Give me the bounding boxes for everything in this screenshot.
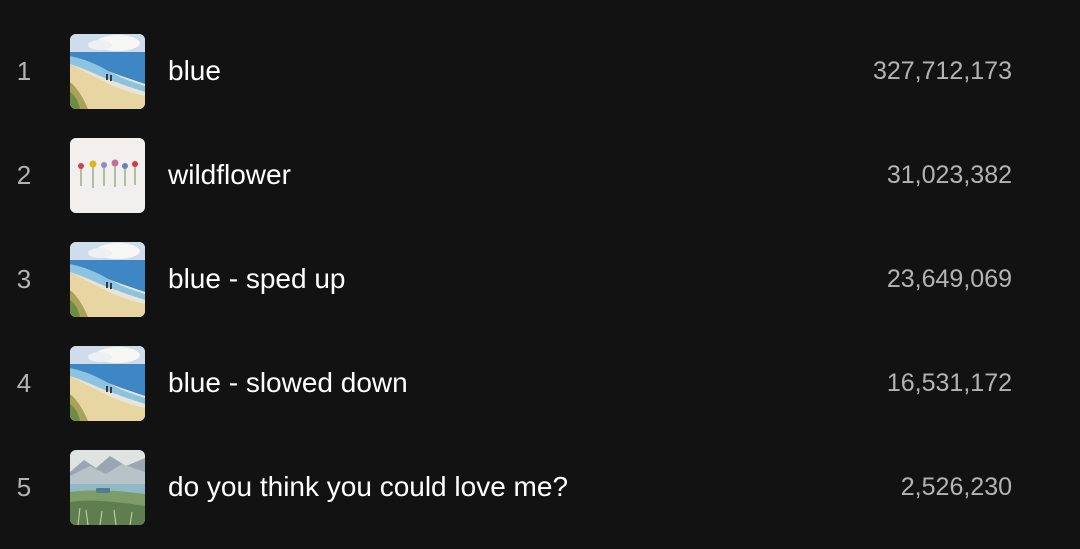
- track-row[interactable]: 5 do you think you could love me? 2,526,…: [0, 435, 1080, 539]
- track-number: 4: [16, 367, 32, 398]
- track-row[interactable]: 4 blue - slowed down 16,531,172: [0, 331, 1080, 435]
- track-title[interactable]: blue: [168, 55, 221, 87]
- track-title[interactable]: blue - sped up: [168, 263, 345, 295]
- track-number: 2: [16, 159, 32, 190]
- play-count: 16,531,172: [886, 368, 1012, 397]
- track-title[interactable]: do you think you could love me?: [168, 471, 568, 503]
- beach-watercolor-image: [70, 33, 145, 109]
- track-title[interactable]: blue - slowed down: [168, 367, 408, 399]
- track-number: 5: [16, 471, 32, 502]
- play-count: 23,649,069: [886, 264, 1012, 293]
- track-row[interactable]: 2 wildflower 31,023,382: [0, 123, 1080, 227]
- popular-tracks-list: 1 blue 327,712,173 2 wildflower 31,023,3…: [0, 0, 1080, 549]
- album-cover-beach: [70, 241, 145, 317]
- play-count: 31,023,382: [886, 160, 1012, 189]
- wildflowers-image: [70, 137, 145, 213]
- track-row[interactable]: 1 blue 327,712,173: [0, 19, 1080, 123]
- play-count: 2,526,230: [900, 472, 1012, 501]
- track-number: 1: [16, 55, 32, 86]
- album-cover-beach: [70, 345, 145, 421]
- beach-watercolor-image: [70, 241, 145, 317]
- album-cover-wildflowers: [70, 137, 145, 213]
- play-count: 327,712,173: [872, 56, 1012, 85]
- album-cover-beach: [70, 33, 145, 109]
- album-cover-mountain-meadow: [70, 449, 145, 525]
- beach-watercolor-image: [70, 345, 145, 421]
- track-title[interactable]: wildflower: [168, 159, 291, 191]
- mountain-meadow-image: [70, 449, 145, 525]
- track-number: 3: [16, 263, 32, 294]
- track-row[interactable]: 3 blue - sped up 23,649,069: [0, 227, 1080, 331]
